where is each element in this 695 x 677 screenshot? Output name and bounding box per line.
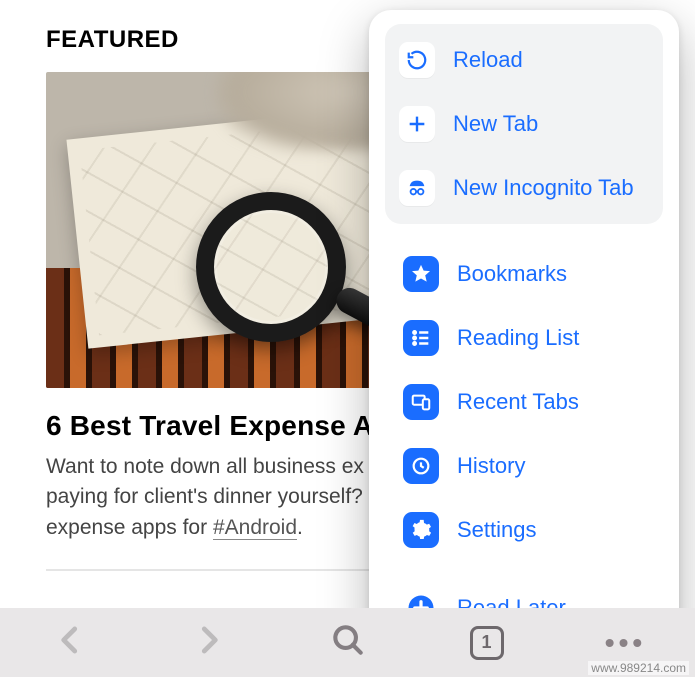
menu-label: Recent Tabs [457, 389, 579, 415]
article-desc-line3a: expense apps for [46, 516, 213, 539]
article-desc-line2: paying for client's dinner yourself? [46, 485, 363, 508]
tabs-count-box: 1 [470, 626, 504, 660]
menu-label: Bookmarks [457, 261, 567, 287]
menu-label: Settings [457, 517, 537, 543]
hashtag-android[interactable]: #Android [213, 516, 297, 540]
article-desc-line1: Want to note down all business ex [46, 455, 364, 478]
chevron-right-icon [190, 621, 228, 664]
menu-label: New Incognito Tab [453, 175, 634, 201]
back-button[interactable] [0, 608, 139, 677]
menu-item-settings[interactable]: Settings [385, 498, 663, 562]
browser-menu: Reload New Tab New Incognito Tab Boo [369, 10, 679, 648]
chevron-left-icon [51, 621, 89, 664]
menu-item-bookmarks[interactable]: Bookmarks [385, 242, 663, 306]
plus-icon [399, 106, 435, 142]
menu-label: New Tab [453, 111, 538, 137]
incognito-icon [399, 170, 435, 206]
menu-item-new-tab[interactable]: New Tab [385, 92, 663, 156]
menu-label: Reading List [457, 325, 579, 351]
watermark: www.989214.com [588, 661, 689, 675]
forward-button[interactable] [139, 608, 278, 677]
search-icon [329, 621, 367, 664]
history-icon [403, 448, 439, 484]
search-button[interactable] [278, 608, 417, 677]
gear-icon [403, 512, 439, 548]
ellipsis-icon: ••• [605, 627, 646, 659]
tabs-button[interactable]: 1 [417, 608, 556, 677]
reload-icon [399, 42, 435, 78]
menu-label: History [457, 453, 525, 479]
menu-item-recent-tabs[interactable]: Recent Tabs [385, 370, 663, 434]
list-icon [403, 320, 439, 356]
article-desc-line3b: . [297, 516, 303, 539]
tabs-count: 1 [481, 632, 491, 653]
menu-label: Reload [453, 47, 523, 73]
menu-item-new-incognito[interactable]: New Incognito Tab [385, 156, 663, 220]
star-icon [403, 256, 439, 292]
menu-item-reading-list[interactable]: Reading List [385, 306, 663, 370]
devices-icon [403, 384, 439, 420]
menu-item-history[interactable]: History [385, 434, 663, 498]
menu-item-reload[interactable]: Reload [385, 28, 663, 92]
